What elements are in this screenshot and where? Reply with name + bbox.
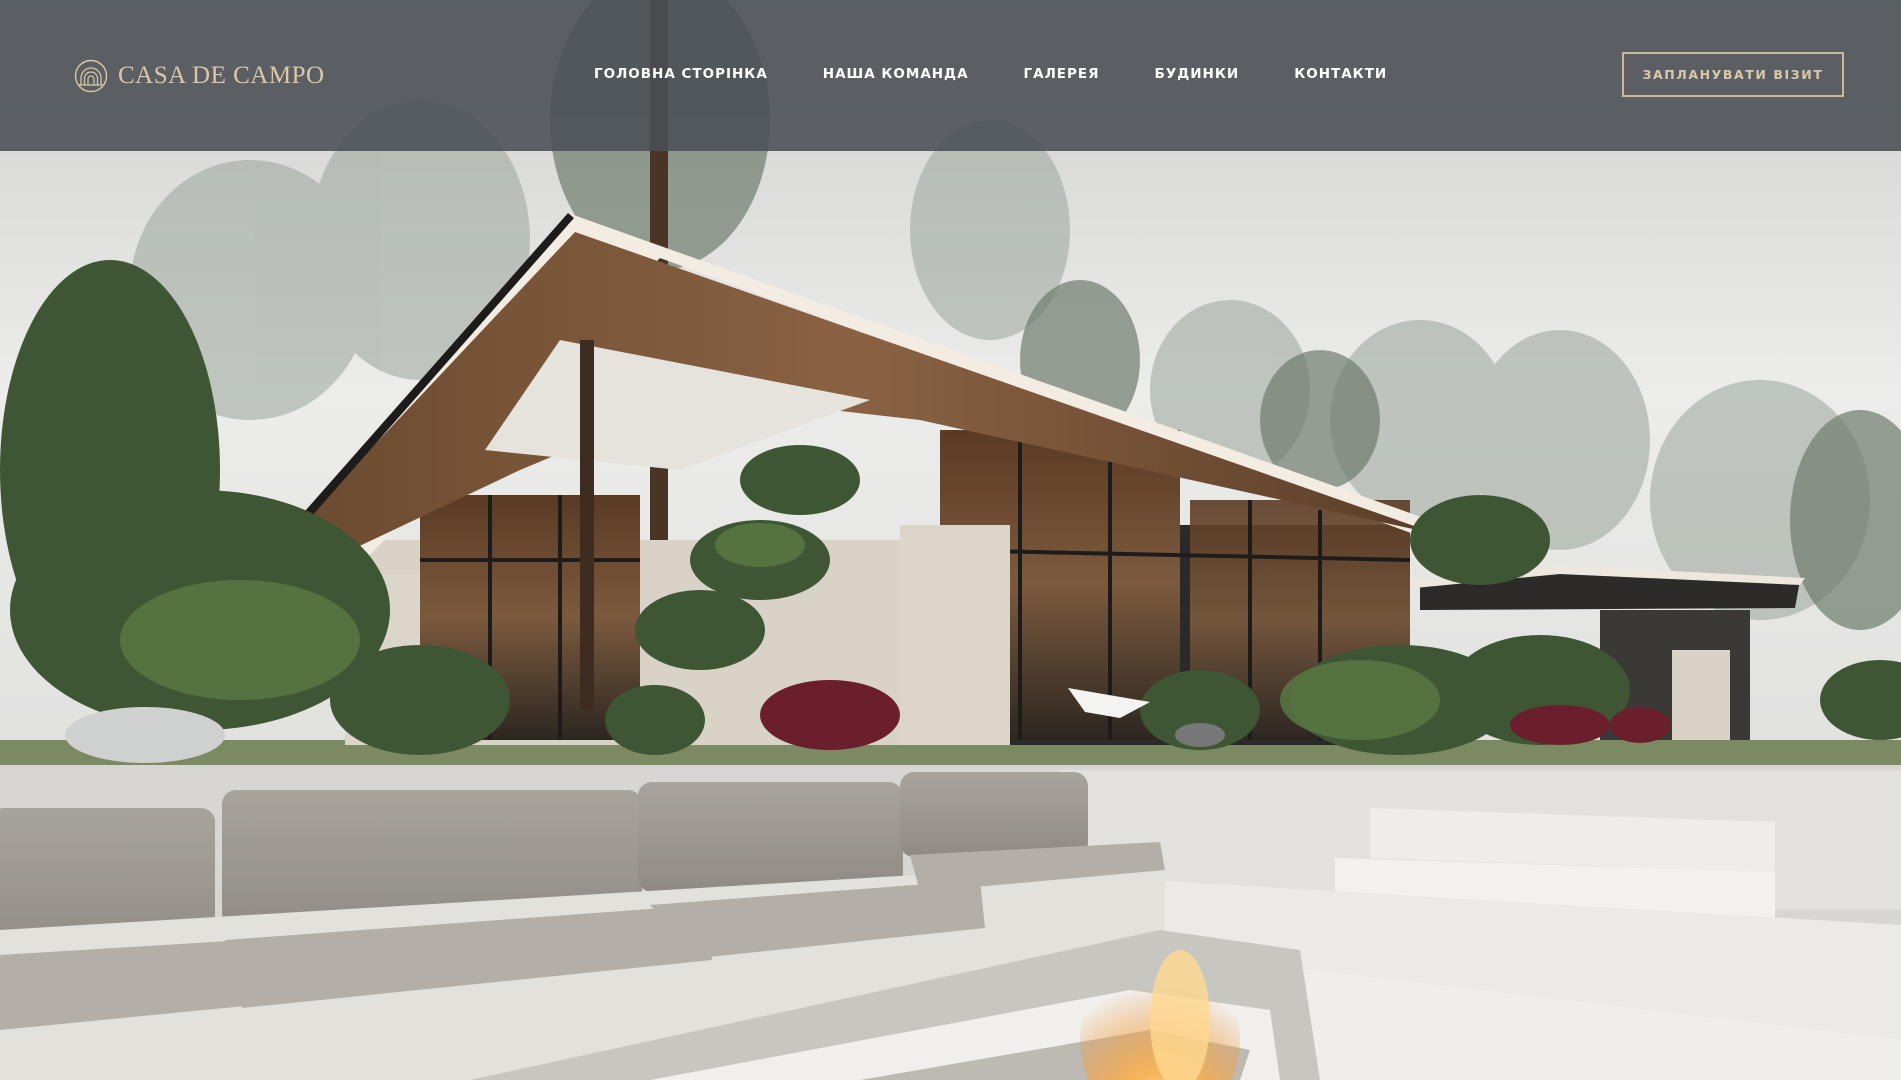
brand-logo[interactable]: CASA DE CAMPO — [74, 58, 325, 94]
nav-item-houses[interactable]: БУДИНКИ — [1155, 64, 1240, 84]
nav-item-gallery[interactable]: ГАЛЕРЕЯ — [1024, 64, 1100, 84]
hero-illustration — [0, 0, 1901, 1080]
hero-image — [0, 0, 1901, 1080]
nav-item-team[interactable]: НАША КОМАНДА — [823, 64, 969, 84]
schedule-visit-button[interactable]: ЗАПЛАНУВАТИ ВІЗИТ — [1622, 52, 1844, 97]
brand-name: CASA DE CAMPO — [118, 62, 325, 89]
site-header: CASA DE CAMPO ГОЛОВНА СТОРІНКА НАША КОМА… — [0, 0, 1901, 151]
nav-item-contacts[interactable]: КОНТАКТИ — [1294, 64, 1387, 84]
main-nav: ГОЛОВНА СТОРІНКА НАША КОМАНДА ГАЛЕРЕЯ БУ… — [594, 64, 1387, 84]
nav-item-home[interactable]: ГОЛОВНА СТОРІНКА — [594, 64, 768, 84]
arched-lines-logo-icon — [74, 59, 108, 93]
page: CASA DE CAMPO ГОЛОВНА СТОРІНКА НАША КОМА… — [0, 0, 1901, 1080]
